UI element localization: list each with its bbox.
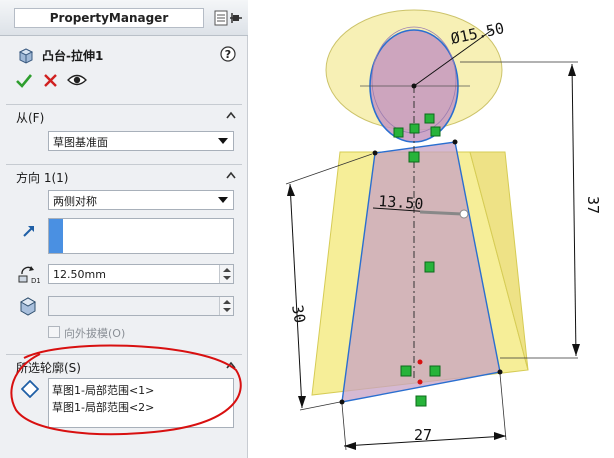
end-condition-select[interactable]: 两侧对称 xyxy=(48,190,234,210)
check-icon[interactable] xyxy=(16,74,32,88)
from-select-value: 草图基准面 xyxy=(53,136,108,149)
annotation-ellipse xyxy=(10,344,242,436)
dimension-width-top[interactable]: 13.50 xyxy=(378,192,424,213)
dimension-height-left[interactable]: 30 xyxy=(288,304,309,325)
end-condition-value: 两侧对称 xyxy=(53,195,97,208)
from-select[interactable]: 草图基准面 xyxy=(48,131,234,151)
dropdown-arrow-icon[interactable] xyxy=(218,138,228,144)
direction-vector-list[interactable] xyxy=(48,218,234,254)
draft-icon[interactable] xyxy=(18,296,38,316)
draft-angle-input[interactable] xyxy=(48,296,234,316)
depth-icon: D1 xyxy=(18,266,40,284)
pin-icon[interactable] xyxy=(214,10,244,26)
draft-angle-stepper[interactable] xyxy=(219,297,233,315)
panel-title: PropertyManager xyxy=(14,8,204,28)
feature-name: 凸台-拉伸1 xyxy=(42,49,104,63)
eye-icon[interactable] xyxy=(67,73,87,87)
dimension-width-bottom[interactable]: 27 xyxy=(414,426,432,444)
dimension-height-right[interactable]: 37 xyxy=(584,196,602,214)
svg-text:D1: D1 xyxy=(31,277,40,284)
dropdown-arrow-icon[interactable] xyxy=(218,197,228,203)
from-section-header[interactable]: 从(F) xyxy=(6,104,242,126)
direction-arrow-icon[interactable] xyxy=(22,224,36,238)
extrude-feature-icon xyxy=(18,48,34,64)
close-icon[interactable] xyxy=(44,74,57,87)
from-section-label: 从(F) xyxy=(16,111,45,125)
model-canvas[interactable]: Ø15.50 37 30 13.50 27 xyxy=(249,0,614,458)
property-manager-panel: PropertyManager 凸台-拉伸1 ? 从(F) 草图基准面 方向 1… xyxy=(0,0,248,458)
direction1-section-header[interactable]: 方向 1(1) xyxy=(6,164,242,186)
draft-outward-label: 向外拔模(O) xyxy=(64,327,126,340)
help-icon[interactable]: ? xyxy=(220,46,236,62)
help-glyph: ? xyxy=(225,48,231,61)
direction-vector-active-marker xyxy=(49,219,63,253)
graphics-viewport[interactable]: Ø15.50 37 30 13.50 27 xyxy=(249,0,614,458)
depth-stepper[interactable] xyxy=(219,265,233,283)
chevron-up-icon[interactable] xyxy=(226,171,236,179)
chevron-up-icon[interactable] xyxy=(226,111,236,119)
depth-value: 12.50mm xyxy=(53,268,106,281)
property-manager-titlebar: PropertyManager xyxy=(0,0,248,36)
depth-input[interactable]: 12.50mm xyxy=(48,264,234,284)
draft-outward-checkbox[interactable] xyxy=(48,326,60,338)
direction1-section-label: 方向 1(1) xyxy=(16,171,69,185)
